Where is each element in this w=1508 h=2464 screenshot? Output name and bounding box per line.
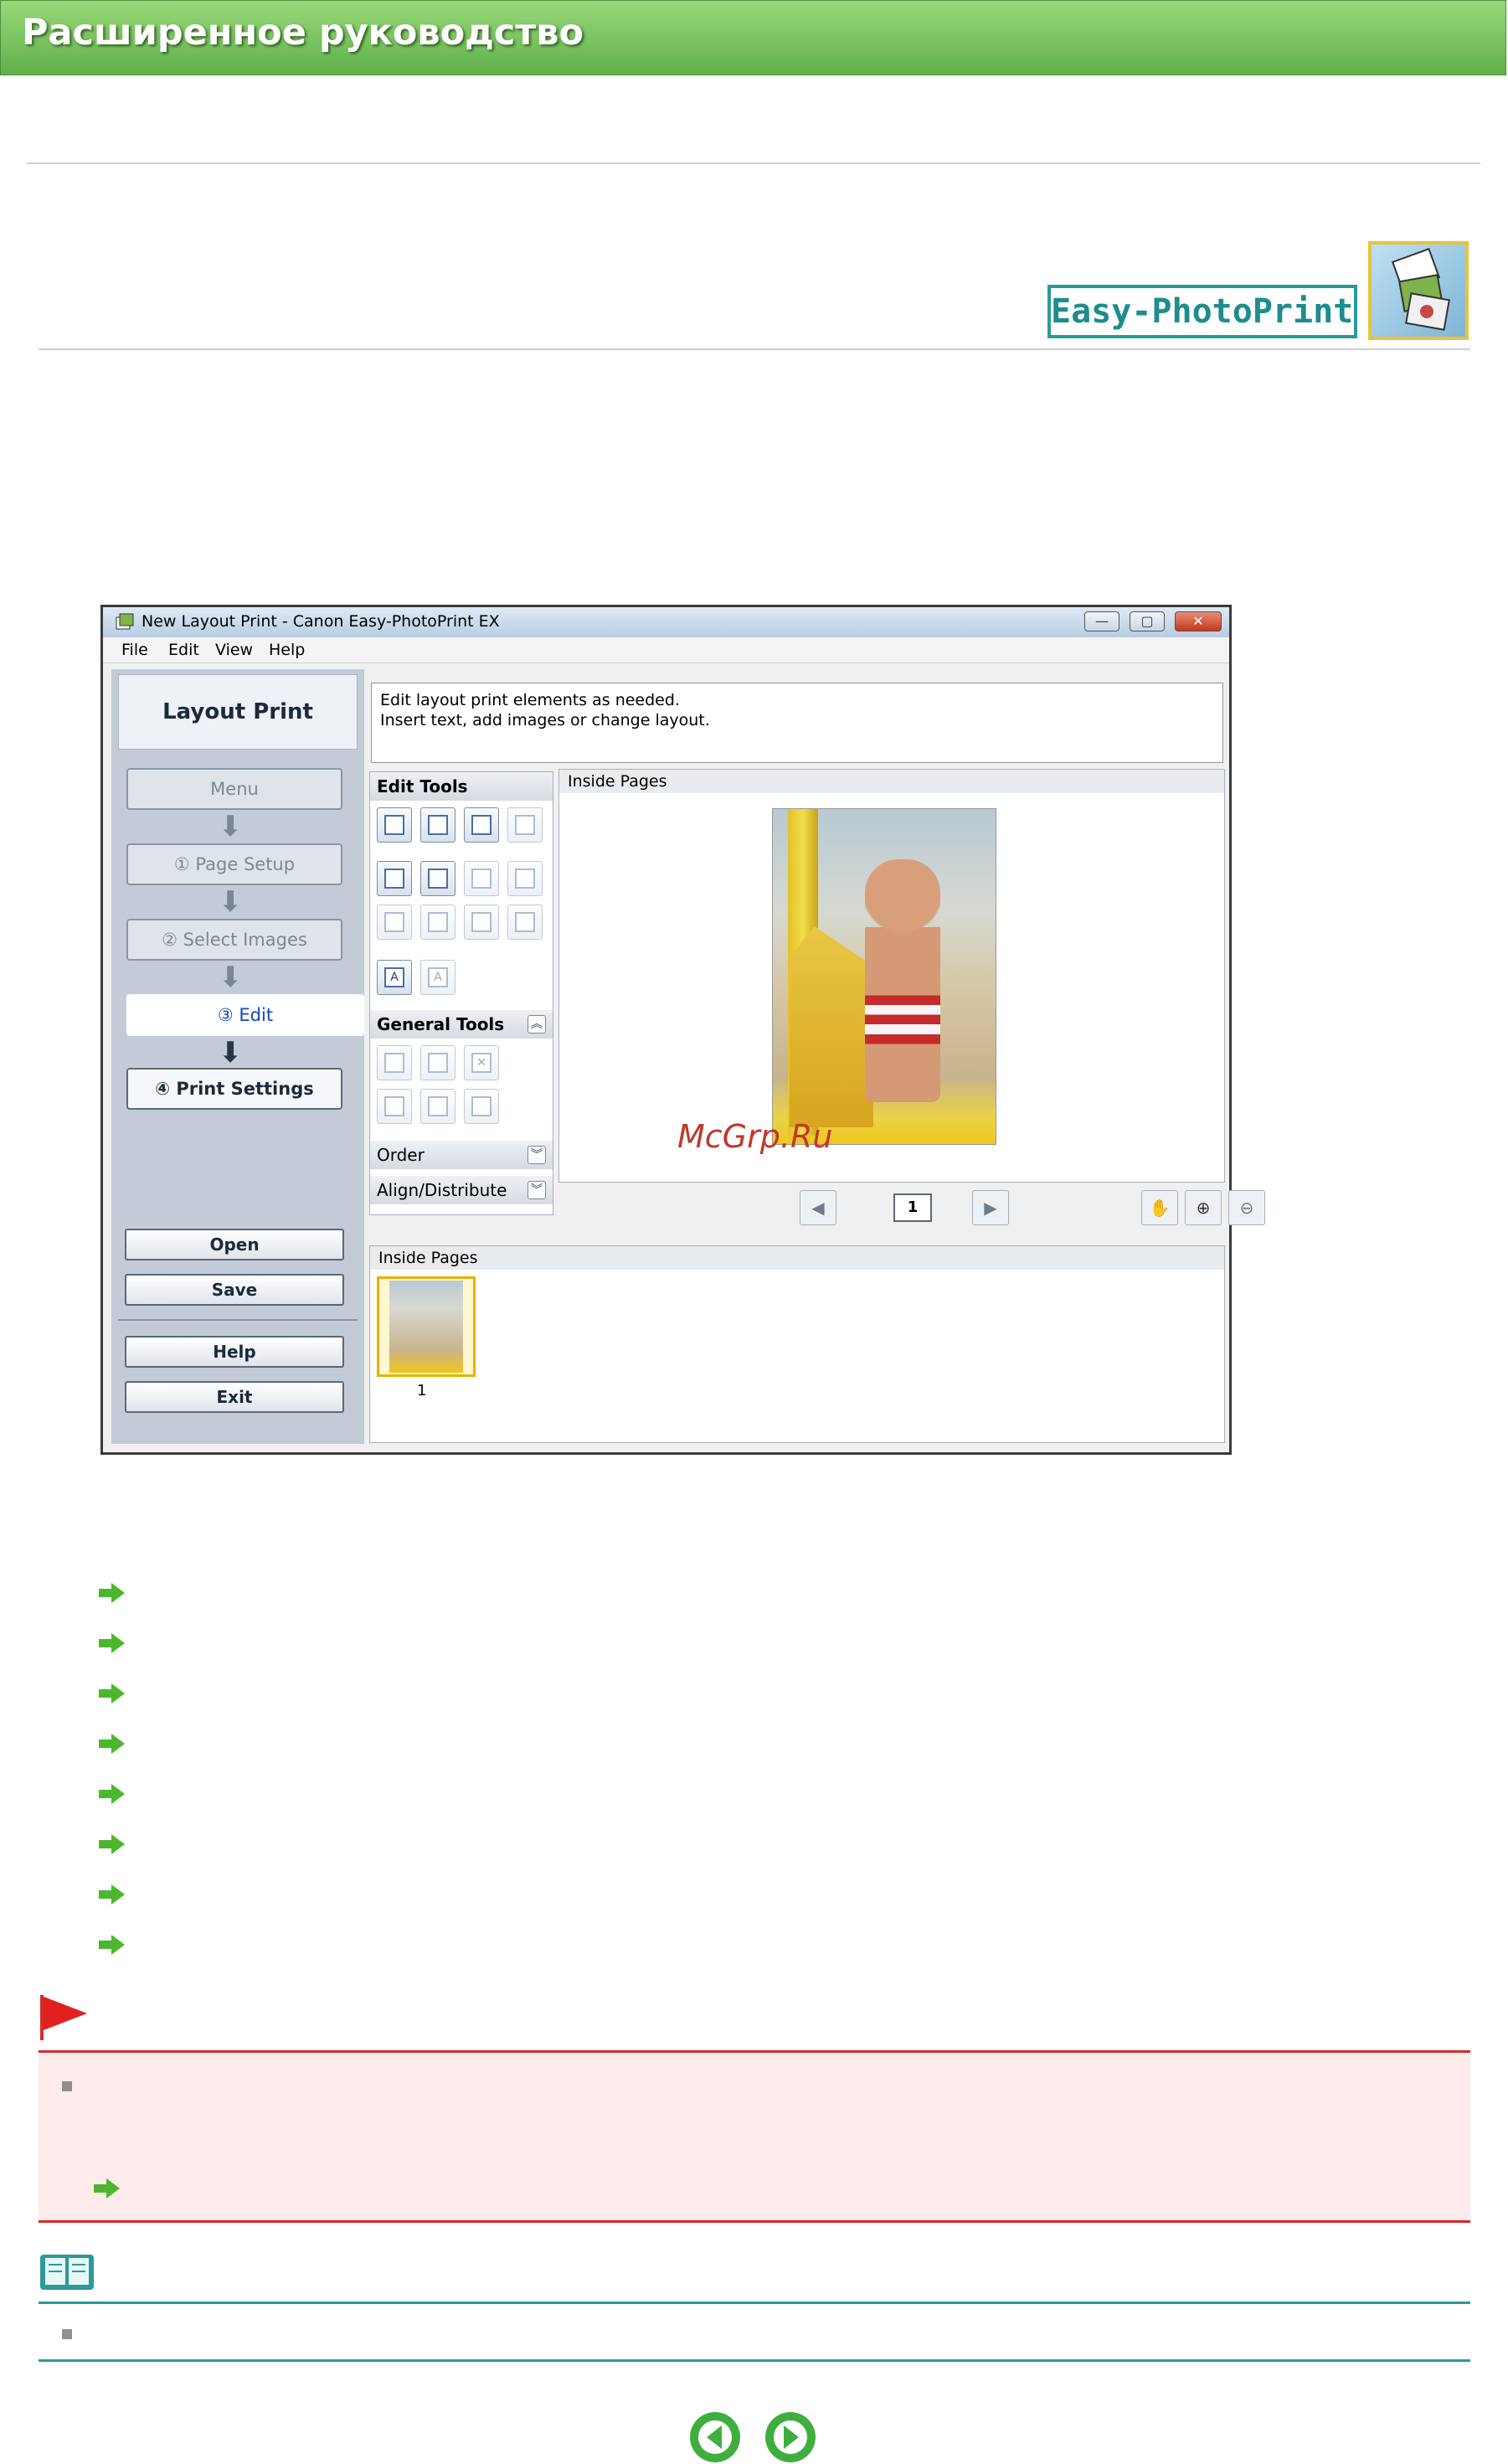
menu-file[interactable]: File: [121, 641, 148, 659]
page-navigation: ◀ 1 ▶ ✋ ⊕ ⊖: [558, 1187, 1265, 1230]
instruction-line-2: Insert text, add images or change layout…: [380, 711, 710, 729]
save-button[interactable]: Save: [125, 1274, 344, 1306]
flip-icon[interactable]: [507, 905, 543, 940]
edit-tools-header: Edit Tools: [370, 772, 553, 801]
step-edit[interactable]: ③ Edit: [126, 994, 364, 1036]
app-icon: [116, 613, 134, 630]
step-print-settings[interactable]: ④ Print Settings: [126, 1068, 342, 1110]
close-button[interactable]: ✕: [1175, 611, 1222, 631]
preview-area: Inside Pages: [558, 769, 1225, 1183]
step-arrow-icon: ⬇: [219, 961, 243, 994]
maximize-button[interactable]: ▢: [1130, 611, 1165, 631]
instruction-line-1: Edit layout print elements as needed.: [380, 691, 680, 709]
green-arrow-icon[interactable]: [99, 1784, 127, 1804]
crop-image-icon[interactable]: [464, 861, 499, 896]
green-arrow-icon[interactable]: [99, 1734, 127, 1754]
step-arrow-icon: ⬇: [219, 885, 243, 919]
rotate-icon[interactable]: [464, 905, 499, 940]
help-button[interactable]: Help: [125, 1336, 344, 1368]
bring-forward-icon[interactable]: [377, 807, 412, 843]
step-page-setup[interactable]: ① Page Setup: [126, 843, 342, 885]
expand-chevron-icon[interactable]: ︾: [528, 1146, 546, 1164]
window-title: New Layout Print - Canon Easy-PhotoPrint…: [142, 612, 500, 631]
step-arrow-icon: ⬇: [219, 1036, 243, 1070]
green-arrow-icon[interactable]: [94, 2178, 122, 2199]
bullet: [62, 2081, 72, 2091]
paste-icon[interactable]: [464, 1089, 499, 1124]
forward-arrow-icon[interactable]: [765, 2412, 816, 2462]
thumbnail-page-label: 1: [417, 1382, 427, 1400]
add-text-icon[interactable]: A: [377, 960, 412, 995]
divider-top: [27, 162, 1480, 164]
frame-icon[interactable]: [420, 905, 455, 940]
collapse-chevron-icon[interactable]: ︽: [528, 1015, 546, 1034]
green-arrow-icon[interactable]: [99, 1834, 127, 1854]
send-to-back-icon[interactable]: [507, 807, 543, 843]
bullet: [62, 2329, 72, 2339]
step-arrow-icon: ⬇: [219, 810, 243, 843]
divider-logo: [39, 348, 1470, 350]
hand-tool-icon[interactable]: ✋: [1141, 1190, 1178, 1225]
next-page-icon[interactable]: ▶: [972, 1190, 1009, 1225]
app-window: New Layout Print - Canon Easy-PhotoPrint…: [100, 605, 1265, 1455]
book-icon: [40, 2255, 94, 2290]
step-select-images[interactable]: ② Select Images: [126, 919, 342, 961]
exit-button[interactable]: Exit: [125, 1381, 344, 1413]
layout-photo[interactable]: [772, 808, 996, 1145]
green-arrow-icon[interactable]: [99, 1583, 127, 1603]
step-menu[interactable]: Menu: [126, 768, 342, 810]
delete-icon[interactable]: ✕: [464, 1045, 499, 1080]
page-number: 1: [893, 1193, 932, 1222]
note-box: [39, 2302, 1470, 2362]
redo-icon[interactable]: [420, 1045, 455, 1080]
green-arrow-icon[interactable]: [99, 1935, 127, 1955]
back-arrow-icon[interactable]: [690, 2412, 740, 2462]
thumbnail-area: Inside Pages 1: [369, 1245, 1225, 1443]
image-settings-icon[interactable]: [507, 861, 543, 896]
left-panel-title: Layout Print: [118, 674, 358, 750]
left-nav-panel: Layout Print Menu ⬇ ① Page Setup ⬇ ② Sel…: [111, 669, 364, 1444]
green-arrow-icon[interactable]: [99, 1884, 127, 1905]
send-backward-icon[interactable]: [420, 807, 455, 843]
align-distribute-header[interactable]: Align/Distribute: [370, 1176, 553, 1204]
window-titlebar[interactable]: New Layout Print - Canon Easy-PhotoPrint…: [103, 607, 1229, 637]
replace-image-icon[interactable]: [420, 861, 455, 896]
page-thumbnail[interactable]: [377, 1276, 476, 1377]
preview-header: Inside Pages: [559, 770, 1224, 793]
easy-photoprint-icon: [1368, 241, 1469, 340]
watermark: McGrp.Ru: [677, 1118, 833, 1155]
photo-child: [865, 859, 940, 1102]
tools-panel: Edit Tools A A General Tools ︽ ✕ Order ︾…: [369, 771, 553, 1215]
left-divider: [118, 1319, 358, 1321]
general-tools-header: General Tools: [370, 1010, 553, 1039]
instruction-box: Edit layout print elements as needed. In…: [371, 683, 1223, 763]
undo-icon[interactable]: [377, 1045, 412, 1080]
previous-page-icon[interactable]: ◀: [800, 1190, 836, 1225]
image-frame-icon[interactable]: [377, 861, 412, 896]
menu-help[interactable]: Help: [269, 641, 305, 659]
red-flag-icon: [40, 1995, 87, 2040]
open-button[interactable]: Open: [125, 1229, 344, 1260]
bring-to-front-icon[interactable]: [464, 807, 499, 843]
cut-icon[interactable]: [377, 1089, 412, 1124]
photo-sign: [790, 926, 873, 1127]
copy-icon[interactable]: [420, 1089, 455, 1124]
order-header[interactable]: Order: [370, 1141, 553, 1169]
thumbnail-header: Inside Pages: [370, 1246, 1224, 1270]
easy-photoprint-logo: Easy-PhotoPrint EX: [1047, 285, 1413, 338]
minimize-button[interactable]: —: [1084, 611, 1119, 631]
page-header-title: Расширенное руководство: [22, 12, 584, 54]
green-arrow-icon[interactable]: [99, 1683, 127, 1704]
zoom-out-icon[interactable]: ⊖: [1228, 1190, 1265, 1225]
menu-bar: File Edit View Help: [103, 637, 1229, 663]
zoom-in-icon[interactable]: ⊕: [1185, 1190, 1222, 1225]
green-arrow-icon[interactable]: [99, 1633, 127, 1653]
vertical-text-icon[interactable]: A: [420, 960, 455, 995]
duplicate-icon[interactable]: [377, 905, 412, 940]
menu-view[interactable]: View: [215, 641, 253, 659]
menu-edit[interactable]: Edit: [168, 641, 199, 659]
thumbnail-image: [389, 1281, 463, 1373]
important-box: [39, 2050, 1470, 2223]
expand-chevron-icon[interactable]: ︾: [528, 1181, 546, 1199]
